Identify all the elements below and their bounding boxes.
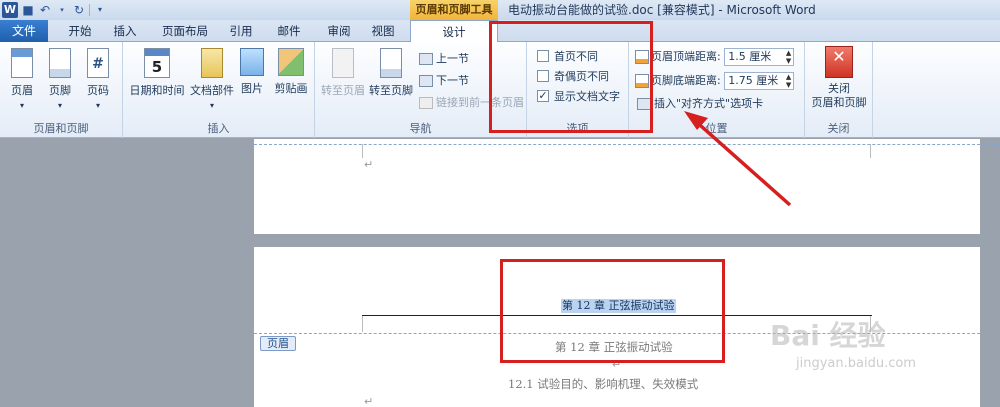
group-insert-label: 插入: [207, 122, 230, 135]
page-number-button[interactable]: # 页码 ▾: [82, 48, 114, 111]
goto-header-button[interactable]: 转至页眉: [319, 48, 367, 98]
next-section-icon: [419, 75, 433, 87]
tab-design[interactable]: 设计: [410, 20, 498, 43]
goto-footer-button[interactable]: 转至页脚: [367, 48, 415, 98]
group-header-footer: 页眉 ▾ 页脚 ▾ # 页码 ▾ 页眉和页脚: [0, 42, 123, 138]
tab-view[interactable]: 视图: [362, 20, 404, 42]
window-title: 电动振动台能做的试验.doc [兼容模式] - Microsoft Word: [508, 3, 816, 17]
goto-header-label: 转至页眉: [321, 84, 365, 97]
header-from-top-spinner[interactable]: 页眉顶端距离: 1.5 厘米 ▲ ▼: [635, 47, 795, 67]
footer-from-bottom-spinner[interactable]: 页脚底端距离: 1.75 厘米 ▲ ▼: [635, 71, 795, 91]
picture-icon: [240, 48, 264, 76]
clip-art-label: 剪贴画: [274, 82, 308, 95]
margin-marker: [870, 144, 871, 158]
clip-art-button[interactable]: 剪贴画: [271, 48, 311, 96]
paragraph-mark: ↵: [364, 158, 374, 171]
tab-review[interactable]: 审阅: [318, 20, 360, 42]
footer-from-bottom-label: 页脚底端距离:: [651, 74, 721, 87]
customize-qat-icon[interactable]: ▾: [93, 3, 107, 17]
group-insert: 5 日期和时间 文档部件 ▾ 图片 剪贴画 插入: [123, 42, 315, 138]
margin-marker: [362, 316, 363, 332]
prev-section-button[interactable]: 上一节: [419, 50, 469, 68]
insert-alignment-tab-label: 插入"对齐方式"选项卡: [654, 97, 764, 110]
close-icon: ✕: [825, 46, 853, 78]
close-header-footer-button[interactable]: ✕ 关闭 页眉和页脚: [807, 46, 871, 110]
header-tag: 页眉: [260, 336, 296, 351]
footer-from-bottom-arrows[interactable]: ▲ ▼: [786, 73, 791, 89]
header-button[interactable]: 页眉 ▾: [6, 48, 38, 111]
calendar-icon: 5: [144, 48, 170, 78]
annotation-box-options: [489, 21, 653, 133]
picture-label: 图片: [241, 82, 263, 95]
title-bar: W ■ ↶ ▾ ↻ ▾ 页眉和页脚工具 电动振动台能做的试验.doc [兼容模式…: [0, 0, 1000, 20]
doc-parts-button[interactable]: 文档部件 ▾: [187, 48, 237, 111]
clip-art-icon: [278, 48, 304, 76]
doc-parts-label: 文档部件: [190, 84, 234, 97]
prev-section-label: 上一节: [436, 52, 469, 65]
page-number-icon: #: [87, 48, 109, 78]
quick-access-toolbar: W ■ ↶ ▾ ↻ ▾: [2, 1, 107, 19]
date-time-button[interactable]: 5 日期和时间: [127, 48, 187, 98]
footer-from-bottom-value: 1.75 厘米: [728, 74, 779, 87]
group-close: ✕ 关闭 页眉和页脚 关闭: [805, 42, 873, 138]
annotation-box-header: [500, 259, 725, 363]
page-number-button-label: 页码: [87, 84, 109, 97]
qat-separator: [89, 4, 90, 16]
section-title[interactable]: 12.1 试验目的、影响机理、失效模式: [508, 376, 698, 392]
group-close-label: 关闭: [827, 122, 850, 135]
date-time-label: 日期和时间: [129, 84, 185, 97]
footer-icon: [49, 48, 71, 78]
footer-from-bottom-input[interactable]: 1.75 厘米 ▲ ▼: [724, 72, 795, 90]
margin-marker: [362, 144, 363, 158]
footer-button[interactable]: 页脚 ▾: [44, 48, 76, 111]
tab-insert[interactable]: 插入: [104, 20, 146, 42]
doc-parts-icon: [201, 48, 223, 78]
tab-mailings[interactable]: 邮件: [268, 20, 310, 42]
header-from-top-label: 页眉顶端距离:: [651, 50, 721, 63]
goto-header-icon: [332, 48, 354, 78]
group-position: 页眉顶端距离: 1.5 厘米 ▲ ▼ 页脚底端距离: 1.75 厘米 ▲ ▼ 插入"对齐…: [629, 42, 805, 138]
goto-footer-label: 转至页脚: [369, 84, 413, 97]
header-from-top-arrows[interactable]: ▲ ▼: [786, 49, 791, 65]
group-position-label: 位置: [705, 122, 728, 135]
tab-references[interactable]: 引用: [220, 20, 262, 42]
next-section-button[interactable]: 下一节: [419, 72, 469, 90]
prev-section-icon: [419, 53, 433, 65]
header-button-label: 页眉: [11, 84, 33, 97]
picture-button[interactable]: 图片: [237, 48, 267, 96]
next-section-label: 下一节: [436, 74, 469, 87]
word-logo-icon[interactable]: W: [2, 2, 18, 18]
close-header-footer-label: 关闭 页眉和页脚: [811, 82, 867, 109]
watermark-logo: Bai 经验: [770, 319, 886, 352]
tab-home[interactable]: 开始: [58, 20, 102, 42]
tab-page-layout[interactable]: 页面布局: [152, 20, 218, 42]
footer-button-label: 页脚: [49, 84, 71, 97]
group-header-footer-label: 页眉和页脚: [33, 122, 89, 135]
undo-dropdown-icon[interactable]: ▾: [55, 3, 69, 17]
goto-footer-icon: [380, 48, 402, 78]
paragraph-mark: ↵: [364, 395, 374, 407]
header-from-top-input[interactable]: 1.5 厘米 ▲ ▼: [724, 48, 795, 66]
undo-icon[interactable]: ↶: [38, 3, 52, 17]
footer-boundary-line: [254, 144, 1000, 145]
header-from-top-value: 1.5 厘米: [728, 50, 772, 63]
context-tools-header: 页眉和页脚工具: [410, 0, 498, 20]
link-previous-icon: [419, 97, 433, 109]
watermark-url: jingyan.baidu.com: [796, 356, 916, 371]
redo-icon[interactable]: ↻: [72, 3, 86, 17]
insert-alignment-tab-button[interactable]: 插入"对齐方式"选项卡: [637, 95, 763, 113]
save-icon[interactable]: ■: [21, 3, 35, 17]
header-icon: [11, 48, 33, 78]
tab-file[interactable]: 文件: [0, 20, 48, 42]
